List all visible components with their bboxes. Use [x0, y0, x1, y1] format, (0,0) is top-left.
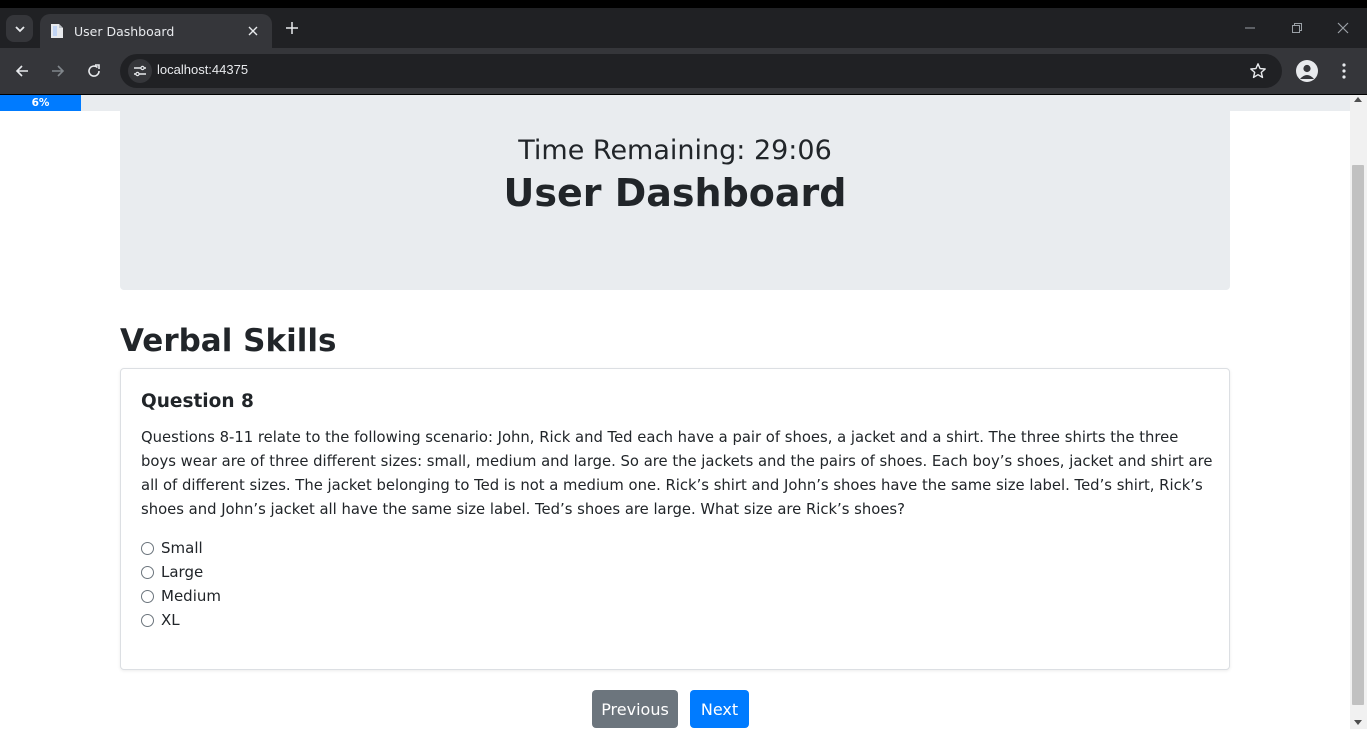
page-title: User Dashboard	[503, 171, 847, 215]
forward-arrow-icon[interactable]	[46, 59, 70, 83]
window-top-strip	[0, 0, 1367, 8]
close-tab-icon[interactable]	[244, 22, 262, 40]
radio-button[interactable]	[141, 565, 154, 579]
option-label: Small	[161, 539, 203, 557]
tab-search-button[interactable]	[6, 15, 33, 42]
radio-button[interactable]	[141, 541, 154, 555]
restore-icon[interactable]	[1287, 18, 1307, 38]
profile-avatar-icon[interactable]	[1296, 60, 1318, 82]
new-tab-icon[interactable]	[282, 18, 302, 38]
question-card: Question 8 Questions 8-11 relate to the …	[120, 368, 1230, 670]
option-label: Large	[161, 563, 204, 581]
address-bar[interactable]: localhost:44375	[120, 54, 1282, 88]
reload-icon[interactable]	[82, 59, 106, 83]
back-arrow-icon[interactable]	[10, 59, 34, 83]
close-window-icon[interactable]	[1333, 18, 1353, 38]
chevron-down-icon	[14, 25, 25, 32]
progress-bar: 6%	[0, 95, 1350, 111]
tab-bar: User Dashboard	[0, 8, 1367, 48]
minimize-icon[interactable]	[1240, 18, 1260, 38]
answer-option-large[interactable]: Large	[141, 560, 1209, 584]
browser-menu-icon[interactable]	[1334, 60, 1354, 82]
url-text: localhost:44375	[157, 62, 249, 77]
bookmark-star-icon[interactable]	[1248, 61, 1268, 81]
browser-toolbar: localhost:44375	[0, 48, 1367, 94]
next-button[interactable]: Next	[690, 690, 749, 728]
site-info-icon[interactable]	[128, 59, 152, 83]
page-scrollbar[interactable]	[1350, 95, 1367, 729]
section-title: Verbal Skills	[120, 323, 337, 359]
answer-options: Small Large Medium XL	[141, 536, 1209, 632]
scroll-down-arrow-icon[interactable]	[1354, 720, 1362, 725]
tab-title: User Dashboard	[74, 23, 175, 39]
radio-button[interactable]	[141, 613, 154, 627]
previous-button[interactable]: Previous	[592, 690, 678, 728]
scroll-up-arrow-icon[interactable]	[1354, 97, 1362, 102]
question-text: Questions 8-11 relate to the following s…	[141, 429, 1213, 518]
answer-option-medium[interactable]: Medium	[141, 584, 1209, 608]
dashboard-header: Time Remaining: 29:06 User Dashboard	[120, 111, 1230, 290]
radio-button[interactable]	[141, 589, 154, 603]
page-viewport: 6% Time Remaining: 29:06 User Dashboard …	[0, 95, 1350, 729]
time-remaining: Time Remaining: 29:06	[518, 135, 832, 166]
scrollbar-thumb[interactable]	[1352, 165, 1364, 705]
question-title: Question 8	[141, 391, 254, 412]
tab-user-dashboard[interactable]: User Dashboard	[40, 14, 272, 48]
page-icon	[51, 24, 63, 38]
answer-option-xl[interactable]: XL	[141, 608, 1209, 632]
option-label: Medium	[161, 587, 221, 605]
answer-option-small[interactable]: Small	[141, 536, 1209, 560]
progress-fill: 6%	[0, 95, 81, 111]
option-label: XL	[161, 611, 180, 629]
